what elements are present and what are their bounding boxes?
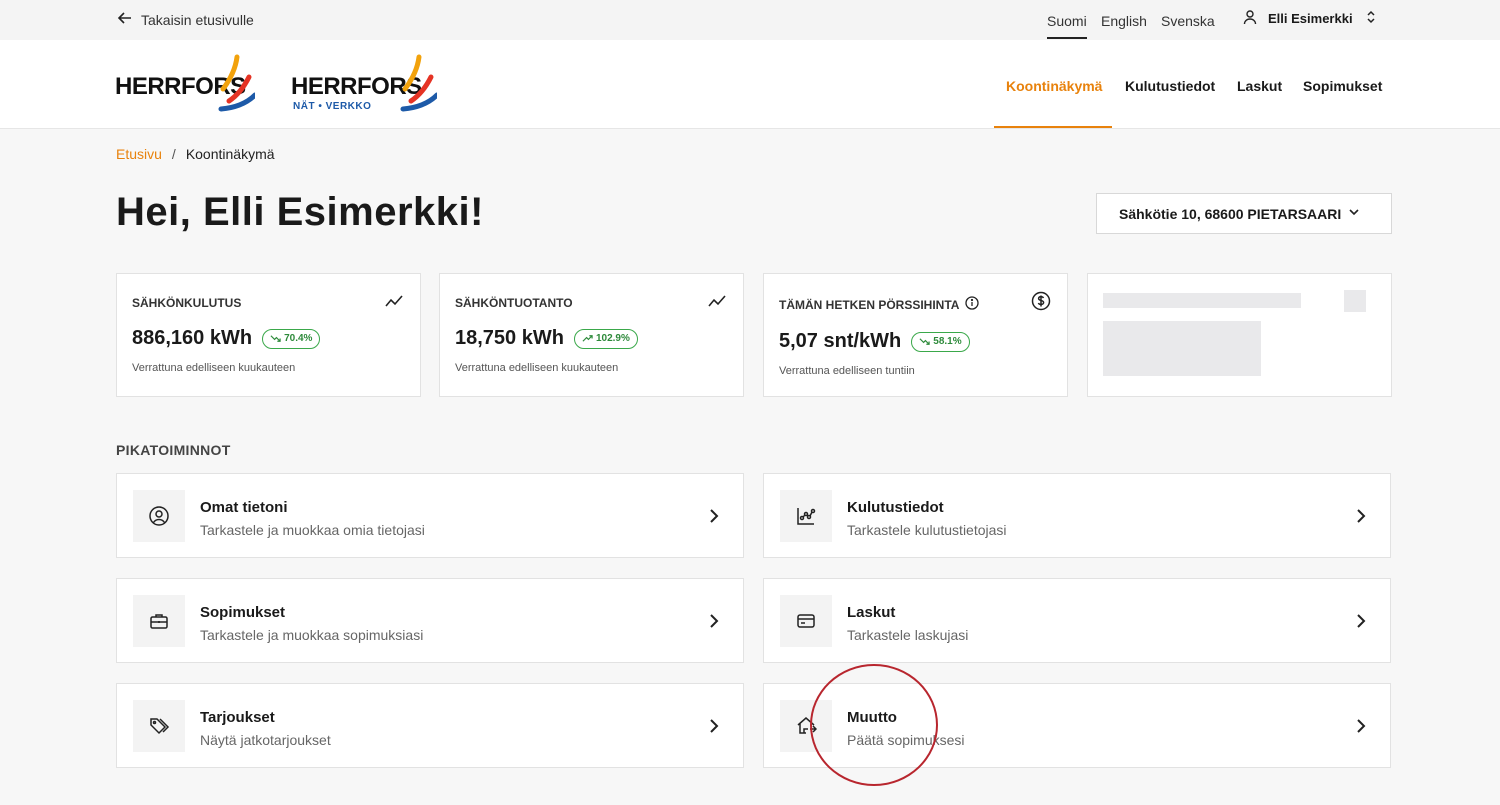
tags-icon	[133, 700, 185, 752]
change-badge: 102.9%	[573, 328, 638, 349]
credit-card-icon	[780, 595, 832, 647]
quick-action-subtitle: Tarkastele laskujasi	[847, 627, 969, 643]
trend-line-icon[interactable]	[384, 291, 404, 311]
chevron-right-icon	[710, 614, 719, 628]
address-value: Sähkötie 10, 68600 PIETARSAARI	[1119, 205, 1342, 222]
back-link-label: Takaisin etusivulle	[141, 11, 254, 28]
nav-dashboard[interactable]: Koontinäkymä	[1006, 78, 1102, 94]
change-badge: 70.4%	[262, 328, 321, 349]
herrfors-nat-verkko-logo[interactable]: HERRFORS NÄT • VERKKO	[291, 54, 437, 112]
quick-action-subtitle: Näytä jatkotarjoukset	[200, 732, 331, 748]
logo-subtitle: NÄT • VERKKO	[293, 101, 372, 112]
chevron-right-icon	[1357, 614, 1366, 628]
address-select[interactable]: Sähkötie 10, 68600 PIETARSAARI	[1096, 193, 1392, 234]
stat-subtext: Verrattuna edelliseen kuukauteen	[132, 362, 296, 374]
active-nav-indicator	[994, 126, 1112, 128]
breadcrumb-separator: /	[171, 146, 176, 162]
trend-down-icon	[919, 338, 930, 345]
chevron-right-icon	[1357, 719, 1366, 733]
language-svenska[interactable]: Svenska	[1161, 13, 1215, 29]
user-name: Elli Esimerkki	[1268, 11, 1353, 26]
quick-action-title: Kulutustiedot	[847, 499, 944, 516]
logo-flame-icon	[218, 54, 255, 112]
breadcrumb: Etusivu / Koontinäkymä	[116, 146, 275, 162]
dollar-circle-icon	[1031, 291, 1051, 311]
quick-action-contracts[interactable]: Sopimukset Tarkastele ja muokkaa sopimuk…	[116, 578, 744, 663]
breadcrumb-home[interactable]: Etusivu	[116, 146, 162, 162]
trend-up-icon	[582, 335, 593, 342]
breadcrumb-current: Koontinäkymä	[185, 146, 275, 162]
stat-label: TÄMÄN HETKEN PÖRSSIHINTA	[779, 296, 980, 313]
stat-subtext: Verrattuna edelliseen kuukauteen	[455, 362, 619, 374]
skeleton-icon	[1344, 290, 1366, 312]
quick-action-subtitle: Tarkastele ja muokkaa sopimuksiasi	[200, 627, 424, 643]
herrfors-logo[interactable]: HERRFORS	[115, 54, 255, 112]
chevron-right-icon	[1357, 509, 1366, 523]
skeleton-line	[1103, 293, 1301, 308]
quick-action-subtitle: Tarkastele ja muokkaa omia tietojasi	[200, 522, 425, 538]
trend-down-icon	[270, 335, 281, 342]
quick-actions-title: PIKATOIMINNOT	[116, 442, 231, 458]
chevron-right-icon	[710, 509, 719, 523]
user-menu[interactable]: Elli Esimerkki	[1242, 9, 1379, 28]
main-header: HERRFORS HERRFORS NÄT • VERKKO Koontinäk…	[0, 40, 1500, 129]
skeleton-block	[1103, 321, 1261, 376]
briefcase-icon	[133, 595, 185, 647]
arrow-left-icon	[117, 10, 133, 29]
quick-action-subtitle: Päätä sopimuksesi	[847, 732, 965, 748]
logo-flame-icon	[400, 54, 437, 112]
stat-value: 886,160 kWh 70.4%	[132, 327, 321, 350]
stat-card-production: SÄHKÖNTUOTANTO 18,750 kWh 102.9% Verratt…	[439, 273, 744, 397]
quick-action-title: Sopimukset	[200, 604, 286, 621]
chevron-up-down-icon	[1363, 9, 1379, 28]
quick-action-title: Omat tietoni	[200, 499, 288, 516]
stat-subtext: Verrattuna edelliseen tuntiin	[779, 365, 915, 377]
language-suomi[interactable]: Suomi	[1047, 13, 1087, 39]
stat-value: 18,750 kWh 102.9%	[455, 327, 638, 350]
chevron-right-icon	[710, 719, 719, 733]
quick-action-title: Muutto	[847, 709, 897, 726]
trend-line-icon[interactable]	[707, 291, 727, 311]
stat-card-consumption: SÄHKÖNKULUTUS 886,160 kWh 70.4% Verrattu…	[116, 273, 421, 397]
chart-icon	[780, 490, 832, 542]
back-to-home-link[interactable]: Takaisin etusivulle	[117, 10, 254, 29]
stat-card-spot-price: TÄMÄN HETKEN PÖRSSIHINTA 5,07 snt/kWh 58…	[763, 273, 1068, 397]
quick-action-my-info[interactable]: Omat tietoni Tarkastele ja muokkaa omia …	[116, 473, 744, 558]
stat-value: 5,07 snt/kWh 58.1%	[779, 330, 970, 353]
info-icon[interactable]	[965, 296, 980, 313]
quick-action-offers[interactable]: Tarjoukset Näytä jatkotarjoukset	[116, 683, 744, 768]
user-circle-icon	[133, 490, 185, 542]
language-english[interactable]: English	[1101, 13, 1147, 29]
stat-card-loading	[1087, 273, 1392, 397]
quick-action-title: Laskut	[847, 604, 896, 621]
chevron-down-icon	[1347, 205, 1361, 222]
change-badge: 58.1%	[911, 331, 970, 352]
page-title: Hei, Elli Esimerkki!	[116, 190, 484, 234]
stat-label: SÄHKÖNKULUTUS	[132, 296, 242, 310]
stat-label: SÄHKÖNTUOTANTO	[455, 296, 573, 310]
quick-action-subtitle: Tarkastele kulutustietojasi	[847, 522, 1007, 538]
nav-contracts[interactable]: Sopimukset	[1303, 78, 1382, 94]
quick-action-title: Tarjoukset	[200, 709, 275, 726]
top-utility-bar: Takaisin etusivulle Suomi English Svensk…	[0, 0, 1500, 40]
house-move-icon	[780, 700, 832, 752]
nav-consumption[interactable]: Kulutustiedot	[1125, 78, 1215, 94]
quick-action-consumption[interactable]: Kulutustiedot Tarkastele kulutustietojas…	[763, 473, 1391, 558]
quick-action-invoices[interactable]: Laskut Tarkastele laskujasi	[763, 578, 1391, 663]
user-icon	[1242, 9, 1258, 28]
quick-action-move[interactable]: Muutto Päätä sopimuksesi	[763, 683, 1391, 768]
nav-invoices[interactable]: Laskut	[1237, 78, 1282, 94]
